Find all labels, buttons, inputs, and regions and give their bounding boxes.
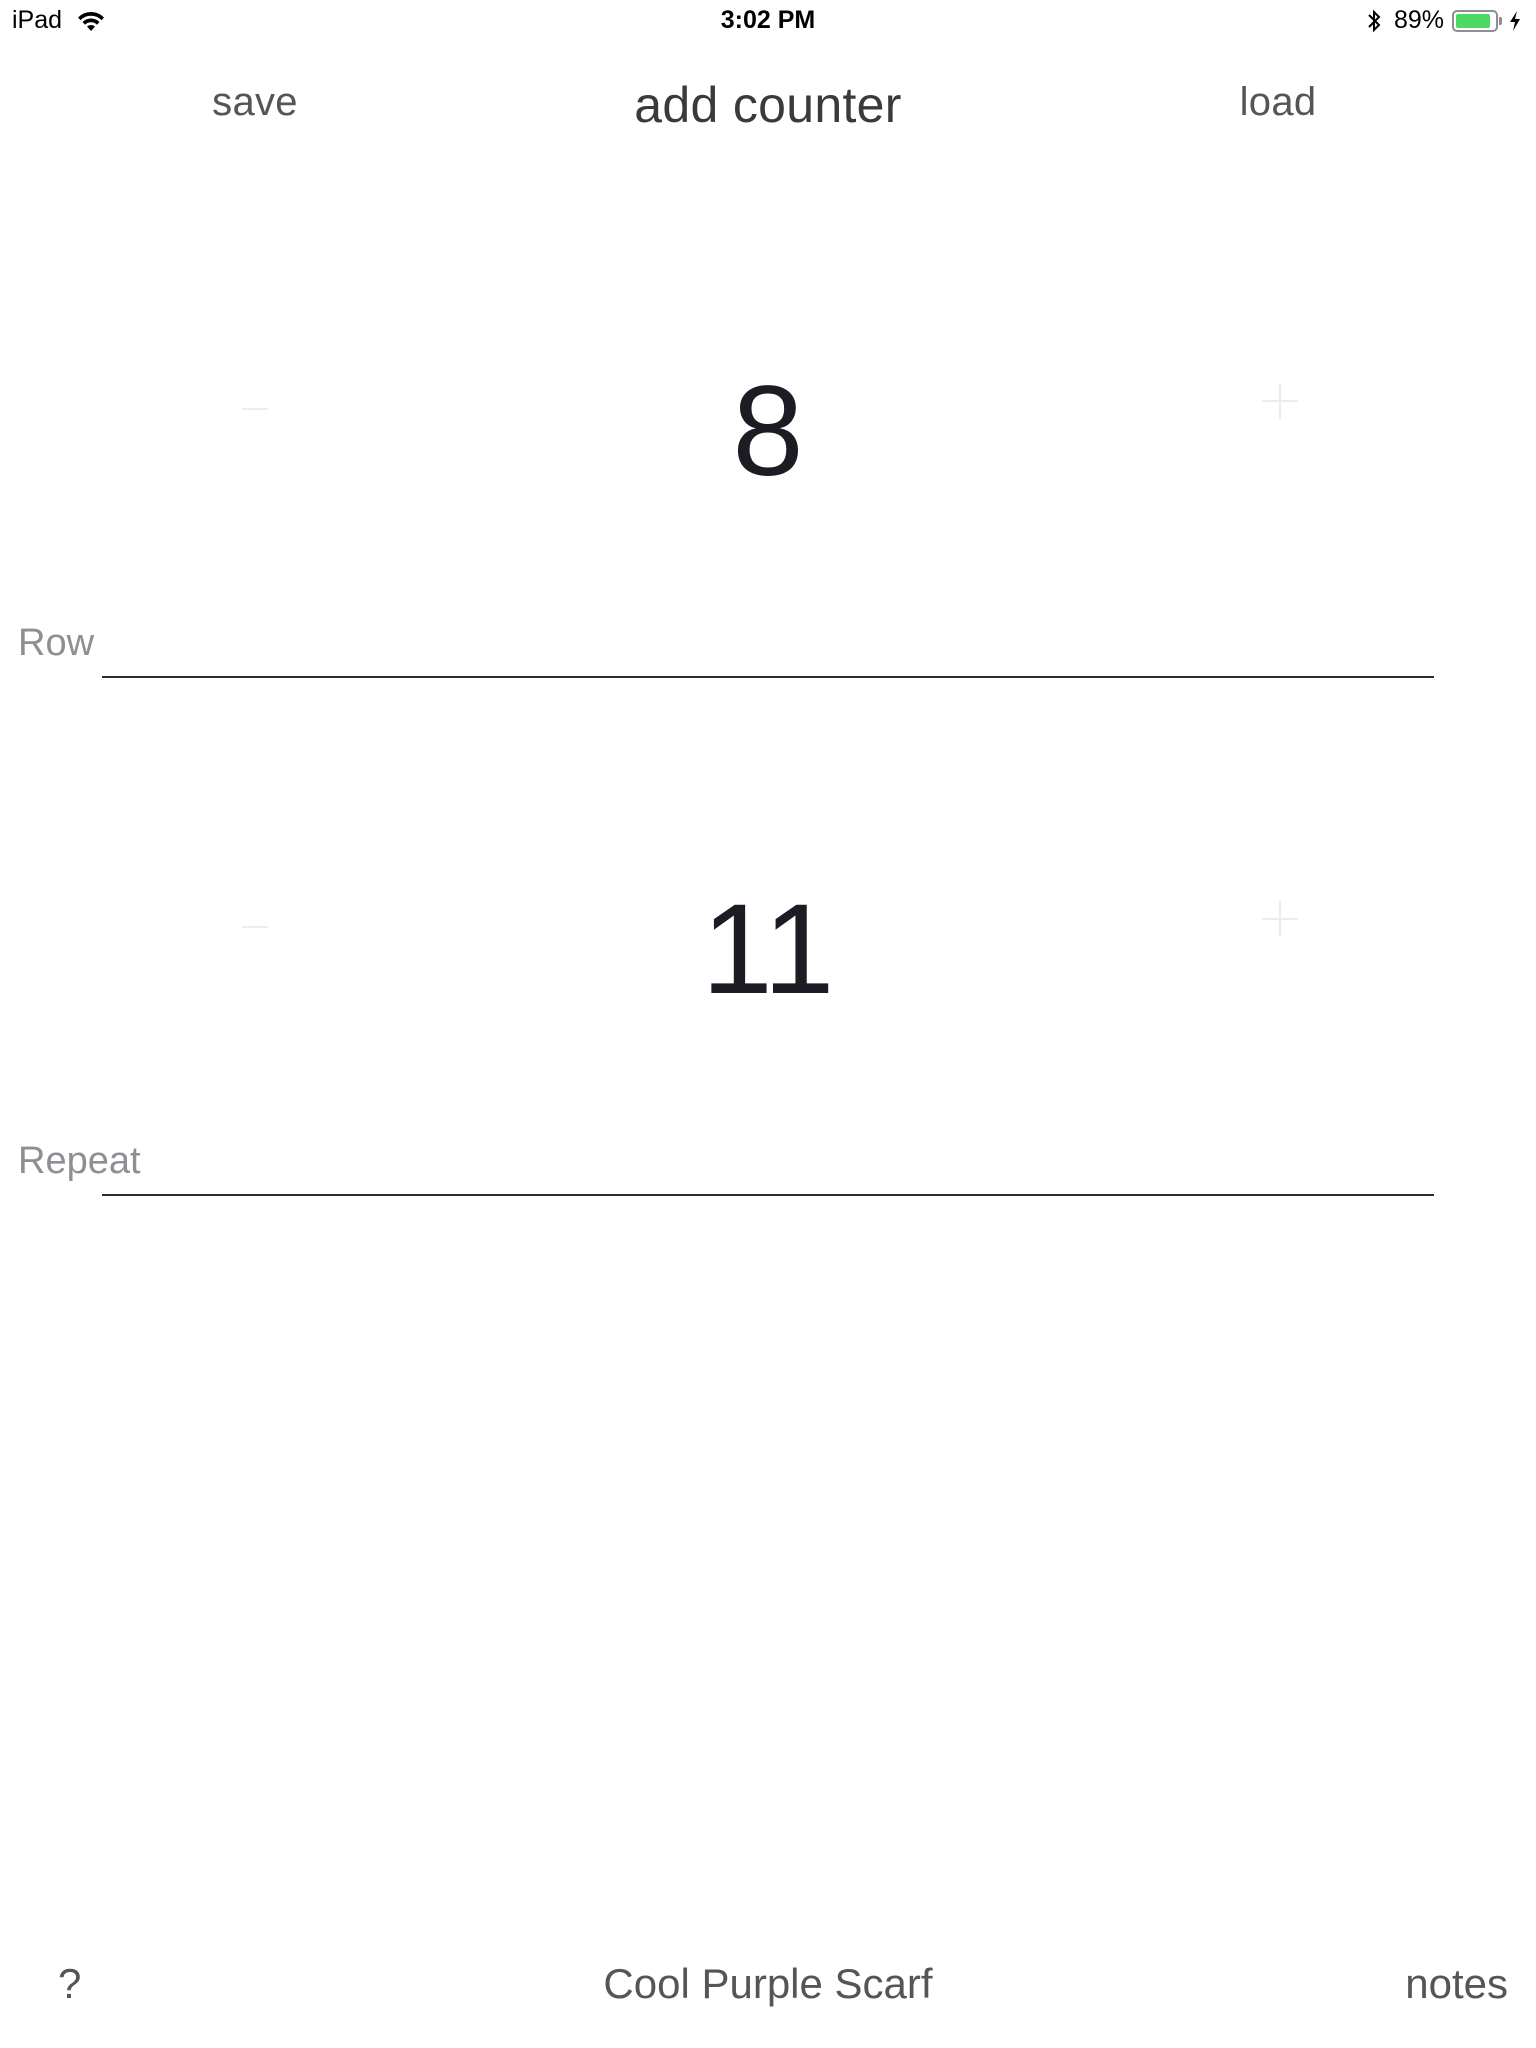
status-bar-right: 89% [1366, 6, 1522, 35]
battery-tip [1499, 16, 1502, 25]
load-button[interactable]: load [1240, 80, 1317, 125]
row-counter-underline [102, 676, 1434, 678]
battery-level-fill [1456, 13, 1490, 28]
status-time: 3:02 PM [720, 6, 816, 34]
battery-icon [1452, 9, 1498, 32]
status-bar: iPad 3:02 PM 89% [0, 0, 1536, 40]
repeat-counter-underline [102, 1194, 1434, 1196]
add-counter-button[interactable]: add counter [634, 76, 901, 134]
repeat-counter-label[interactable]: Repeat [18, 1140, 141, 1183]
battery-percent: 89% [1393, 6, 1444, 34]
project-name[interactable]: Cool Purple Scarf [603, 1960, 932, 2008]
repeat-decrement-button[interactable] [224, 896, 284, 956]
row-increment-button[interactable] [1248, 370, 1308, 430]
charging-bolt-icon [1510, 10, 1520, 31]
help-button[interactable]: ? [58, 1960, 81, 2008]
row-counter-value[interactable]: 8 [732, 368, 803, 496]
row-decrement-button[interactable] [224, 378, 284, 438]
bluetooth-icon [1368, 9, 1381, 32]
repeat-increment-button[interactable] [1248, 888, 1308, 948]
row-counter-label[interactable]: Row [18, 622, 94, 665]
notes-button[interactable]: notes [1405, 1960, 1508, 2008]
repeat-counter-value[interactable]: 11 [702, 886, 835, 1014]
save-button[interactable]: save [212, 80, 298, 125]
